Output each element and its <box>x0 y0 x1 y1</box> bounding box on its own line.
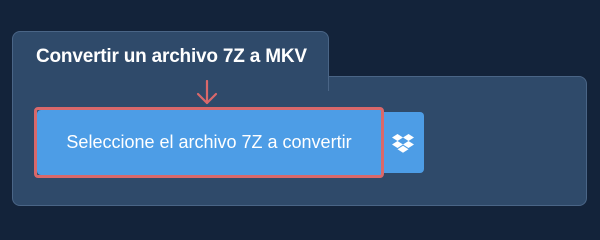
select-file-button[interactable]: Seleccione el archivo 7Z a convertir <box>37 110 381 175</box>
dropbox-icon <box>392 133 414 153</box>
converter-tab: Convertir un archivo 7Z a MKV <box>12 31 329 91</box>
dropbox-button[interactable] <box>381 112 424 173</box>
select-file-button-label: Seleccione el archivo 7Z a convertir <box>66 132 352 152</box>
arrow-down-icon <box>196 80 218 105</box>
converter-title: Convertir un archivo 7Z a MKV <box>36 46 307 67</box>
